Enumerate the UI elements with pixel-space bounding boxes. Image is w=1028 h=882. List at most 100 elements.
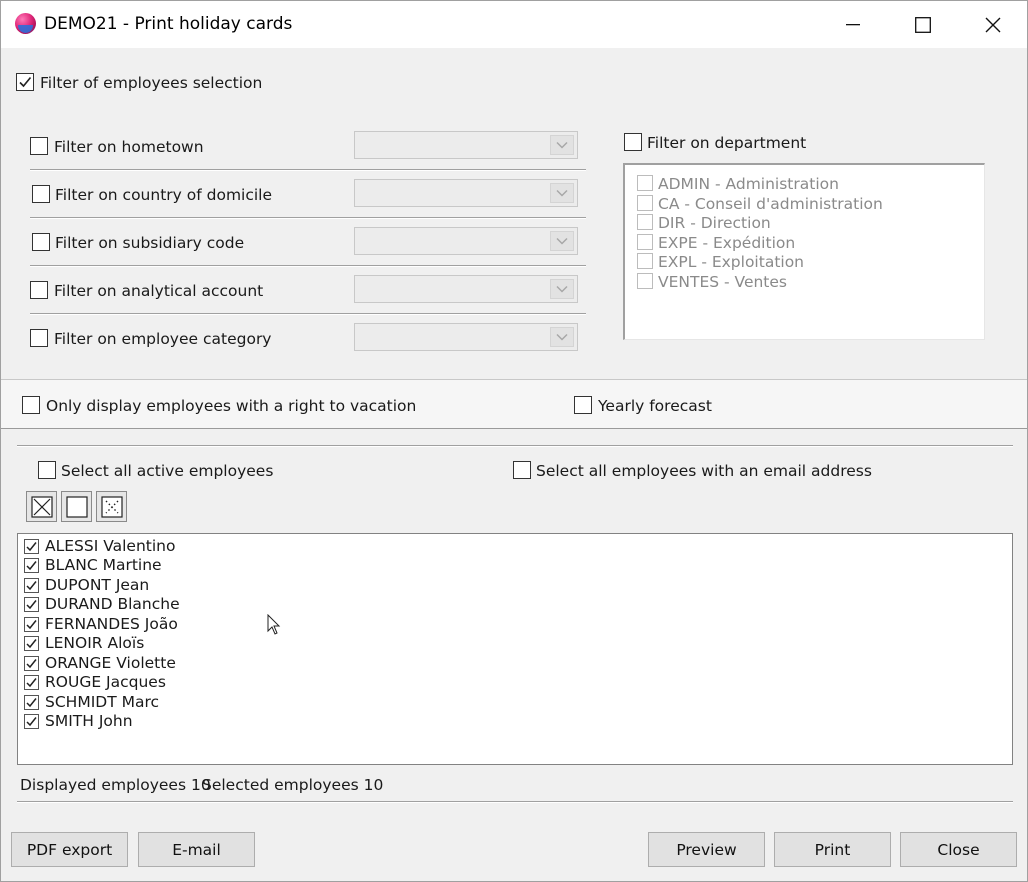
country-dropdown-button[interactable] [550,183,574,203]
department-checkbox[interactable] [637,175,653,191]
employee-name: SMITH John [45,712,133,730]
chevron-down-icon [556,237,568,245]
filter-employees-label: Filter of employees selection [40,74,263,92]
filter-analytical-checkbox[interactable] [30,281,48,299]
employee-checkbox[interactable] [24,617,39,632]
employee-name: DURAND Blanche [45,595,180,613]
select-email-label: Select all employees with an email addre… [536,462,872,480]
subsidiary-combo[interactable] [354,227,578,255]
hometown-combo[interactable] [354,131,578,159]
employee-name: ORANGE Violette [45,654,176,672]
category-dropdown-button[interactable] [550,327,574,347]
employee-checkbox[interactable] [24,539,39,554]
checkmark-icon [26,561,37,571]
department-item: CA - Conseil d'administration [658,195,883,213]
selected-employees-label: Selected employees [202,776,359,794]
employee-list[interactable]: ALESSI Valentino BLANC Martine DUPONT Je… [17,533,1013,765]
department-checkbox[interactable] [637,214,653,230]
chevron-down-icon [556,141,568,149]
department-checkbox[interactable] [637,234,653,250]
hometown-dropdown-button[interactable] [550,135,574,155]
filter-category-checkbox[interactable] [30,329,48,347]
checkmark-icon [26,600,37,610]
yearly-forecast-checkbox[interactable] [574,396,592,414]
filter-country-label: Filter on country of domicile [55,186,273,204]
right-to-vacation-checkbox[interactable] [22,396,40,414]
employee-name: ALESSI Valentino [45,537,176,555]
employee-name: DUPONT Jean [45,576,150,594]
separator [17,445,1013,447]
filter-subsidiary-label: Filter on subsidiary code [55,234,245,252]
print-holiday-cards-window: DEMO21 - Print holiday cards Filter of e… [0,0,1028,882]
selected-employees-status: Selected employees 10 [202,776,383,794]
employee-name: BLANC Martine [45,556,162,574]
close-icon [985,17,1001,32]
filter-subsidiary-checkbox[interactable] [32,233,50,251]
department-checkbox[interactable] [637,253,653,269]
invert-selection-button[interactable] [96,491,127,522]
analytical-combo[interactable] [354,275,578,303]
employee-checkbox[interactable] [24,695,39,710]
close-button[interactable]: Close [900,832,1017,867]
checkmark-icon [26,678,37,688]
close-window-button[interactable] [958,1,1028,48]
employee-name: SCHMIDT Marc [45,693,160,711]
employee-checkbox[interactable] [24,597,39,612]
department-list[interactable]: ADMIN - Administration CA - Conseil d'ad… [623,163,985,340]
filter-hometown-checkbox[interactable] [30,137,48,155]
minimize-icon [846,23,860,25]
filter-department-label: Filter on department [647,134,807,152]
department-item: VENTES - Ventes [658,273,787,291]
employee-checkbox[interactable] [24,636,39,651]
employee-name: ROUGE Jacques [45,673,166,691]
analytical-dropdown-button[interactable] [550,279,574,299]
category-combo[interactable] [354,323,578,351]
filter-analytical-label: Filter on analytical account [54,282,264,300]
department-checkbox[interactable] [637,195,653,211]
department-checkbox[interactable] [637,273,653,289]
uncheck-all-button[interactable] [61,491,92,522]
minimize-button[interactable] [818,1,888,48]
print-button[interactable]: Print [774,832,891,867]
checkmark-icon [26,639,37,649]
pdf-export-button[interactable]: PDF export [11,832,128,867]
checkmark-icon [26,698,37,708]
check-all-icon [30,495,53,518]
maximize-button[interactable] [888,1,958,48]
checkmark-icon [26,620,37,630]
right-to-vacation-label: Only display employees with a right to v… [46,397,417,415]
employee-checkbox[interactable] [24,675,39,690]
employee-checkbox[interactable] [24,714,39,729]
selected-employees-count: 10 [363,776,384,794]
email-button[interactable]: E-mail [138,832,255,867]
separator [30,217,586,219]
maximize-icon [915,16,931,33]
select-active-checkbox[interactable] [38,461,56,479]
subsidiary-dropdown-button[interactable] [550,231,574,251]
filter-employees-checkbox[interactable] [16,73,34,91]
invert-selection-icon [100,495,123,518]
check-all-button[interactable] [26,491,57,522]
title-bar: DEMO21 - Print holiday cards [1,1,1027,48]
select-email-checkbox[interactable] [513,461,531,479]
filter-category-label: Filter on employee category [54,330,272,348]
preview-button[interactable]: Preview [648,832,765,867]
separator [30,169,586,171]
filter-country-checkbox[interactable] [32,185,50,203]
country-combo[interactable] [354,179,578,207]
filter-department-checkbox[interactable] [624,133,642,151]
separator [30,265,586,267]
checkmark-icon [26,542,37,552]
uncheck-all-icon [65,495,88,518]
employee-checkbox[interactable] [24,578,39,593]
chevron-down-icon [556,285,568,293]
filter-hometown-label: Filter on hometown [54,138,204,156]
employee-checkbox[interactable] [24,656,39,671]
window-title: DEMO21 - Print holiday cards [44,14,293,34]
employee-checkbox[interactable] [24,558,39,573]
checkmark-icon [26,659,37,669]
checkmark-icon [26,717,37,727]
department-item: DIR - Direction [658,214,771,232]
department-item: ADMIN - Administration [658,175,839,193]
options-band: Only display employees with a right to v… [1,379,1027,429]
